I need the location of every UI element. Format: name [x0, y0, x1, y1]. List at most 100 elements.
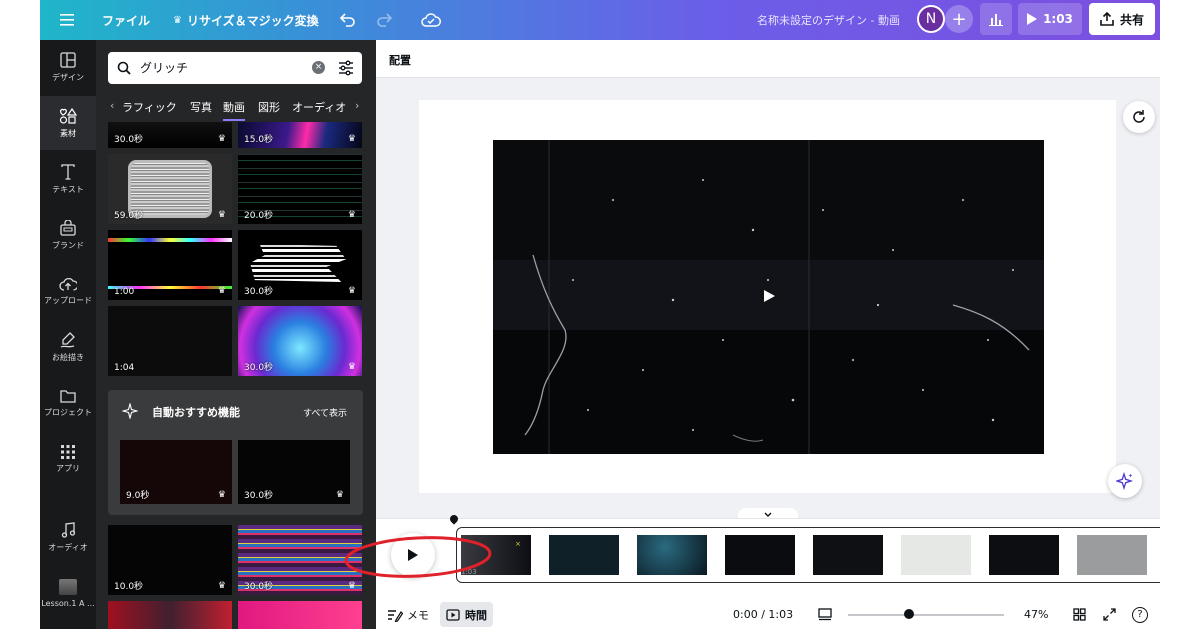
- track-frame: [725, 535, 795, 575]
- nav-item-design[interactable]: デザイン: [40, 40, 96, 94]
- recommend-title: 自動おすすめ機能: [152, 406, 240, 419]
- add-collaborator-button[interactable]: +: [945, 5, 973, 33]
- thumb-duration: 30.0秒: [244, 363, 274, 373]
- zoom-slider-track[interactable]: [848, 614, 1004, 616]
- nav-item-draw[interactable]: お絵描き: [40, 320, 96, 374]
- crown-icon: ♛: [347, 362, 356, 372]
- cloud-saved-icon[interactable]: [421, 0, 441, 40]
- show-all-link[interactable]: すべて表示: [303, 406, 347, 419]
- frame-marker-icon: ×: [515, 540, 521, 548]
- share-button[interactable]: 共有: [1089, 3, 1155, 35]
- sparkle-icon: [122, 403, 138, 419]
- help-icon[interactable]: ?: [1132, 599, 1148, 629]
- side-navigation: デザイン 素材 テキスト ブランド アップロード お絵描き プロジェクト アプリ…: [40, 40, 96, 629]
- design-page[interactable]: [419, 100, 1116, 493]
- fullscreen-icon[interactable]: [1103, 599, 1116, 629]
- video-thumb[interactable]: [108, 601, 232, 629]
- layout-toggle-icon[interactable]: [818, 599, 832, 629]
- tab-photos[interactable]: 写真: [190, 99, 212, 115]
- context-toolbar: 配置: [376, 40, 1160, 78]
- play-icon[interactable]: [761, 288, 777, 304]
- nav-label-draw: お絵描き: [52, 352, 84, 362]
- thumb-duration: 20.0秒: [244, 211, 274, 221]
- thumb-duration: 10.0秒: [114, 582, 144, 592]
- shapes-icon: [59, 107, 77, 124]
- filter-icon[interactable]: [338, 60, 354, 76]
- timeline-icon: [446, 608, 460, 621]
- draw-icon: [60, 331, 75, 348]
- nav-item-upload[interactable]: アップロード: [40, 264, 96, 318]
- menu-icon[interactable]: [60, 0, 74, 40]
- video-track[interactable]: 1:03 ×: [456, 527, 1160, 583]
- video-thumb[interactable]: 10.0秒 ♛: [108, 525, 232, 595]
- left-margin: [0, 0, 40, 629]
- tab-videos[interactable]: 動画: [223, 99, 245, 121]
- video-thumb[interactable]: 59.0秒 ♛: [108, 154, 232, 224]
- track-frame: [813, 535, 883, 575]
- memo-button[interactable]: メモ: [387, 599, 429, 629]
- nav-label-design: デザイン: [52, 72, 84, 82]
- tabs-next-chevron-icon[interactable]: ›: [355, 99, 359, 112]
- timeline-panel: 1:03 × メモ 時間 0:00 / 1:03 47% ?: [376, 513, 1160, 629]
- grid-view-icon[interactable]: [1073, 599, 1086, 629]
- timeline-bottom-bar: メモ 時間 0:00 / 1:03 47% ?: [376, 599, 1160, 629]
- notes-icon: [388, 609, 403, 622]
- tab-audio[interactable]: オーディオ: [292, 99, 348, 115]
- layout-icon: [60, 51, 76, 68]
- nav-label-elements: 素材: [60, 128, 76, 138]
- video-thumb[interactable]: 30.0秒 ♛: [238, 230, 362, 300]
- zoom-slider-knob[interactable]: [904, 609, 914, 619]
- resize-magic-button[interactable]: ♛ リサイズ＆マジック変換: [173, 0, 319, 40]
- crown-icon: ♛: [217, 581, 226, 591]
- search-input[interactable]: グリッチ: [140, 52, 188, 84]
- crown-icon: ♛: [217, 490, 226, 500]
- nav-item-text[interactable]: テキスト: [40, 152, 96, 206]
- folder-icon: [60, 389, 76, 403]
- video-thumb[interactable]: 15.0秒 ♛: [238, 122, 362, 148]
- magic-assistant-icon[interactable]: [1108, 464, 1142, 498]
- insights-chart-icon[interactable]: [980, 3, 1012, 35]
- file-menu-button[interactable]: ファイル: [102, 0, 150, 40]
- thumb-duration: 30.0秒: [114, 135, 144, 145]
- undo-icon[interactable]: [340, 0, 356, 40]
- thumb-duration: 30.0秒: [244, 491, 274, 501]
- search-field[interactable]: グリッチ ×: [108, 52, 362, 84]
- thumb-duration: 15.0秒: [244, 135, 274, 145]
- add-comment-icon[interactable]: [1123, 101, 1155, 133]
- video-thumb[interactable]: 1:00 ♛: [108, 230, 232, 300]
- nav-item-projects[interactable]: プロジェクト: [40, 376, 96, 430]
- zoom-level[interactable]: 47%: [1024, 599, 1048, 629]
- video-element[interactable]: [493, 140, 1044, 454]
- arrange-button[interactable]: 配置: [389, 52, 411, 68]
- thumb-duration: 30.0秒: [244, 287, 274, 297]
- track-frame: [637, 535, 707, 575]
- time-display: 0:00 / 1:03: [733, 608, 794, 621]
- avatar[interactable]: N: [917, 5, 945, 33]
- tab-graphics[interactable]: ラフィック: [122, 99, 177, 115]
- cloud-upload-icon: [59, 277, 77, 291]
- clear-search-icon[interactable]: ×: [312, 61, 325, 74]
- video-thumb[interactable]: 20.0秒 ♛: [238, 154, 362, 224]
- crown-icon: ♛: [173, 14, 182, 26]
- document-title[interactable]: 名称未設定のデザイン - 動画: [757, 0, 900, 40]
- play-duration: 1:03: [1043, 12, 1073, 26]
- video-thumb[interactable]: 9.0秒 ♛: [120, 440, 232, 504]
- tab-shapes[interactable]: 図形: [258, 99, 280, 115]
- video-thumb[interactable]: 30.0秒 ♛: [238, 440, 350, 504]
- video-thumb[interactable]: 30.0秒 ♛: [238, 306, 362, 376]
- track-frame: [901, 535, 971, 575]
- video-thumb[interactable]: [238, 601, 362, 629]
- tabs-prev-chevron-icon[interactable]: ‹: [110, 99, 114, 112]
- nav-item-audio[interactable]: オーディオ: [40, 510, 96, 564]
- redo-icon[interactable]: [376, 0, 392, 40]
- video-thumb[interactable]: 1:04: [108, 306, 232, 376]
- present-play-button[interactable]: 1:03: [1018, 3, 1082, 35]
- search-icon: [117, 61, 131, 75]
- nav-item-elements[interactable]: 素材: [40, 96, 96, 150]
- nav-item-project-thumb[interactable]: Lesson.1 A ...: [40, 566, 96, 620]
- time-toggle-button[interactable]: 時間: [440, 602, 493, 627]
- video-thumb[interactable]: 30.0秒 ♛: [108, 122, 232, 148]
- nav-label-upload: アップロード: [44, 295, 92, 305]
- nav-item-brand[interactable]: ブランド: [40, 208, 96, 262]
- nav-item-apps[interactable]: アプリ: [40, 432, 96, 486]
